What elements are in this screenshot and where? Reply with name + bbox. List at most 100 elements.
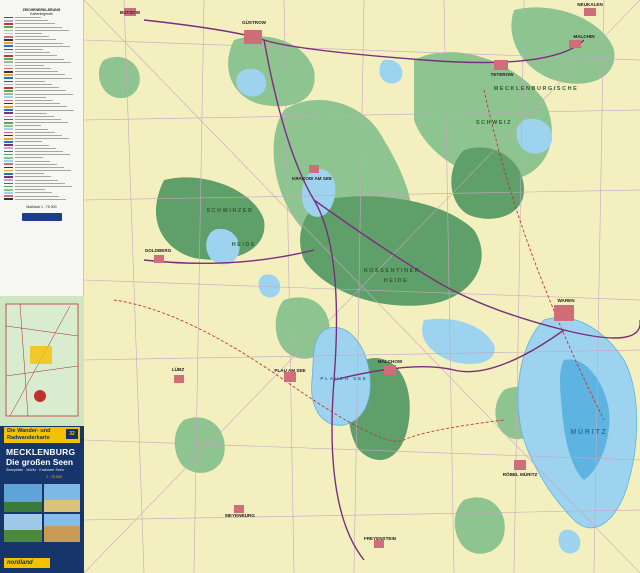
series-number: 32 [66,429,78,439]
publisher-brand: nordland [4,558,50,568]
place-label: FREYENSTEIN [364,536,397,541]
legend-text [15,154,70,156]
cover-scale: 1 : 75 000 [46,475,62,479]
legend-text [15,45,70,47]
legend-swatch [4,150,13,153]
place-label: LÜBZ [172,366,184,372]
legend-text [15,42,63,44]
legend-text [15,109,74,111]
legend-swatch [4,64,13,67]
legend-text [15,39,56,41]
legend-swatch [4,23,13,25]
legend-text [15,138,69,140]
place-label: TETEROW [491,72,515,77]
legend-text [15,58,64,60]
legend-text [15,125,41,127]
legend-swatch [4,45,13,48]
legend-text [15,48,43,50]
legend-swatch [4,90,13,92]
legend-text [15,61,71,63]
legend-swatch [4,16,13,19]
legend-swatch [4,137,13,140]
place-label: BÜTZOW [120,9,141,15]
legend-text [15,80,45,82]
place-label: GOLDBERG [145,248,172,253]
legend-text [15,29,69,31]
legend-text [15,170,71,172]
region-label: SCHWEIZ [476,120,512,126]
place-label: MALCHOW [378,359,403,364]
legend-swatch [4,169,13,172]
legend-swatch [4,51,13,54]
legend-swatch [4,195,13,197]
legend-text [15,119,61,121]
legend-text [15,131,55,133]
legend-swatch [4,115,13,118]
legend-text [15,157,43,159]
legend-swatch [4,39,13,41]
legend-text [15,99,53,101]
map-legend: ZEICHENERKLÄRUNG Kartenlegende Maßstab 1… [0,0,84,296]
legend-swatch [4,121,13,124]
map-cover-panel: Die Wander- und Radwanderkarte 32 MECKLE… [0,296,84,573]
cover-title: MECKLENBURG [6,447,76,457]
legend-scale: Maßstab 1 : 75 000 [26,204,57,209]
legend-swatch [4,185,13,188]
legend-swatch [4,32,13,35]
legend-text [15,147,56,149]
legend-swatch [4,166,13,169]
legend-swatch [4,153,13,156]
legend-swatch [4,176,13,178]
legend-swatch [4,99,13,102]
legend-text [15,160,50,162]
region-label: NOSSENTINER [364,268,421,274]
cover-tagline: Seenplatte · Müritz · Krakower Seen [6,468,64,472]
legend-swatch [4,192,13,194]
legend-swatch [4,93,13,95]
legend-text [15,115,54,117]
legend-text [15,176,51,178]
place-label: GÜSTROW [242,19,267,25]
legend-text [15,173,44,175]
legend-text [15,128,48,130]
legend-swatch [4,109,13,111]
legend-text [15,52,50,54]
region-label: HEIDE [384,278,408,284]
place-label: KRAKOW AM SEE [292,176,332,181]
region-label: HEIDE [232,242,256,248]
legend-text [15,179,58,181]
legend-swatch [4,42,13,44]
legend-text [15,64,44,66]
legend-text [15,135,62,137]
legend-swatch [4,48,13,51]
legend-entries [0,16,83,201]
legend-text [15,20,48,22]
legend-swatch [4,106,13,108]
legend-swatch [4,83,13,86]
legend-text [15,195,59,197]
legend-swatch [4,141,13,143]
legend-swatch [4,188,13,191]
legend-swatch [4,179,13,181]
legend-swatch [4,61,13,64]
legend-swatch [4,29,13,32]
topographic-map[interactable]: BÜTZOW GÜSTROW TETEROW NEUKALEN MALCHIN KRAKO… [84,0,640,573]
legend-swatch [4,102,13,105]
legend-swatch [4,96,13,99]
legend-text [15,26,62,28]
legend-text [15,144,49,146]
legend-swatch [4,74,13,76]
legend-text [15,23,55,25]
region-label: SCHWINZER [206,208,253,214]
legend-swatch [4,144,13,146]
lake-label: PLAUER SEE [320,376,367,381]
legend-swatch [4,147,13,150]
legend-swatch [4,35,13,38]
legend-swatch [4,160,13,162]
legend-swatch [4,172,13,175]
legend-swatch [4,118,13,121]
legend-swatch [4,58,13,60]
legend-text [15,84,52,86]
legend-swatch [4,128,13,130]
legend-swatch [4,77,13,79]
